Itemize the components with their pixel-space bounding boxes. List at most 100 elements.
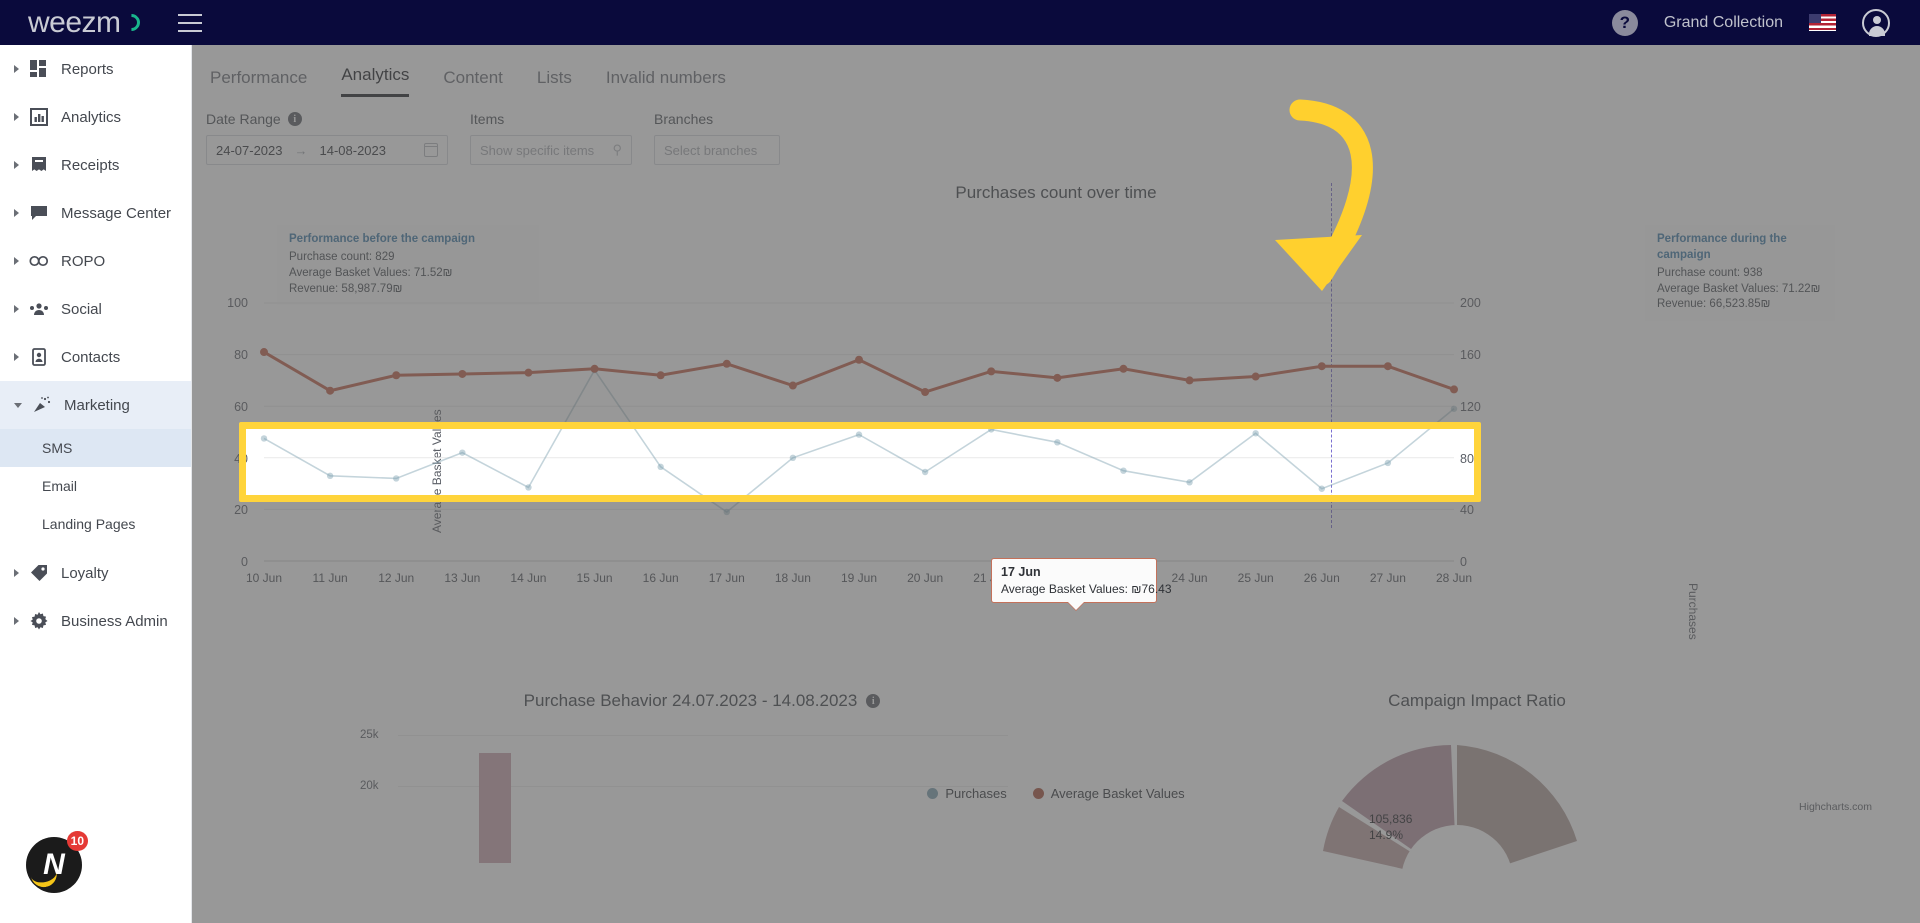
- tab-invalid-numbers[interactable]: Invalid numbers: [606, 68, 726, 97]
- logo-o-icon: [119, 10, 144, 35]
- sidebar-item-business-admin[interactable]: Business Admin: [0, 597, 191, 645]
- sidebar-item-label: Loyalty: [61, 564, 109, 582]
- chevron-right-icon: [14, 65, 19, 73]
- sidebar-item-message-center[interactable]: Message Center: [0, 189, 191, 237]
- account-name[interactable]: Grand Collection: [1664, 14, 1783, 32]
- sidebar-item-landing-pages[interactable]: Landing Pages: [0, 505, 191, 543]
- logo-text: weezm: [28, 5, 121, 39]
- x-tick-label: 20 Jun: [907, 571, 944, 585]
- sidebar-item-label: Analytics: [61, 108, 122, 126]
- branches-filter: Branches Select branches: [654, 111, 780, 165]
- x-tick-label: 27 Jun: [1369, 571, 1406, 585]
- hamburger-icon[interactable]: [177, 13, 202, 32]
- sidebar-item-analytics[interactable]: Analytics: [0, 93, 191, 141]
- sidebar-item-receipts[interactable]: Receipts: [0, 141, 191, 189]
- tab-performance[interactable]: Performance: [210, 68, 307, 97]
- tab-lists[interactable]: Lists: [537, 68, 572, 97]
- campaign-impact-title: Campaign Impact Ratio: [1388, 691, 1566, 710]
- date-range-label-row: Date Range i: [206, 111, 448, 127]
- sidebar-item-label: Reports: [61, 60, 114, 78]
- people-icon: [29, 299, 49, 319]
- x-tick-label: 19 Jun: [840, 571, 878, 585]
- bar-chart-icon: [29, 107, 49, 127]
- user-icon[interactable]: [1862, 8, 1890, 37]
- tab-content[interactable]: Content: [443, 68, 503, 97]
- us-flag-icon[interactable]: [1809, 14, 1836, 31]
- date-range-input[interactable]: 24-07-2023 → 14-08-2023: [206, 135, 448, 165]
- dashboard-icon: [29, 59, 49, 79]
- sidebar-item-label: ROPO: [61, 252, 106, 270]
- sidebar-item-marketing[interactable]: Marketing: [0, 381, 191, 429]
- sidebar-item-ropo[interactable]: ROPO: [0, 237, 191, 285]
- date-range-filter: Date Range i 24-07-2023 → 14-08-2023: [206, 111, 448, 165]
- sidebar-item-sms[interactable]: SMS: [0, 429, 191, 467]
- notification-badge: 10: [66, 831, 88, 851]
- chevron-down-icon: [14, 402, 22, 408]
- x-tick-label: 14 Jun: [510, 571, 547, 585]
- x-tick-label: 15 Jun: [576, 571, 613, 585]
- chevron-right-icon: [14, 353, 19, 361]
- sidebar-item-email[interactable]: Email: [0, 467, 191, 505]
- purchase-behavior-title: Purchase Behavior 24.07.2023 - 14.08.202…: [523, 691, 858, 710]
- x-tick-label: 17 Jun: [708, 571, 745, 585]
- sidebar: Reports Analytics Receipts Message Cente…: [0, 45, 192, 923]
- chart-title: Purchases count over time: [955, 183, 1157, 202]
- infinity-icon: [29, 251, 49, 271]
- brand-badge-icon[interactable]: N 10: [26, 831, 88, 893]
- help-icon[interactable]: ?: [1611, 9, 1638, 36]
- sidebar-item-label: Social: [61, 300, 102, 318]
- tooltip-arrow-icon: [1067, 601, 1085, 611]
- chevron-right-icon: [14, 617, 19, 625]
- branches-label: Branches: [654, 111, 714, 127]
- sidebar-item-social[interactable]: Social: [0, 285, 191, 333]
- app-logo[interactable]: weezm: [28, 5, 144, 40]
- tab-bar: Performance Analytics Content Lists Inva…: [192, 45, 1920, 97]
- info-icon[interactable]: i: [287, 112, 302, 126]
- party-popper-icon: [32, 395, 52, 415]
- bar-column[interactable]: [479, 753, 511, 863]
- calendar-icon[interactable]: [423, 143, 438, 157]
- search-icon[interactable]: ⚲: [612, 142, 622, 158]
- chevron-right-icon: [14, 209, 19, 217]
- chevron-right-icon: [14, 569, 19, 577]
- sidebar-item-label: Receipts: [61, 156, 120, 174]
- tag-icon: [29, 563, 49, 583]
- chat-icon: [29, 203, 49, 223]
- main-content: Performance Analytics Content Lists Inva…: [192, 45, 1920, 923]
- purchases-over-time-chart: Performance before the campaign Purchase…: [192, 183, 1920, 813]
- tab-analytics[interactable]: Analytics: [341, 65, 410, 97]
- chevron-right-icon: [14, 305, 19, 313]
- purchase-behavior-chart: Purchase Behavior 24.07.2023 - 14.08.202…: [322, 691, 1082, 863]
- donut-percent: 14.9%: [1369, 828, 1404, 843]
- sidebar-item-label: Business Admin: [61, 612, 168, 630]
- sidebar-item-label: Message Center: [61, 204, 172, 222]
- donut-chart-svg[interactable]: [1207, 731, 1707, 911]
- bar-y-tick: 25k: [360, 729, 379, 741]
- items-filter: Items Show specific items ⚲: [470, 111, 632, 165]
- receipt-icon: [29, 155, 49, 175]
- purchase-behavior-title-row: Purchase Behavior 24.07.2023 - 14.08.202…: [322, 691, 1082, 711]
- x-tick-label: 12 Jun: [378, 571, 415, 585]
- top-navigation-bar: weezm ? Grand Collection: [0, 0, 1920, 45]
- sidebar-item-label: Contacts: [61, 348, 121, 366]
- chevron-right-icon: [14, 113, 19, 121]
- items-label: Items: [470, 111, 505, 127]
- x-tick-label: 13 Jun: [444, 571, 481, 585]
- info-icon[interactable]: i: [866, 694, 881, 708]
- items-input[interactable]: Show specific items ⚲: [470, 135, 632, 165]
- chart-plot-svg: [260, 302, 1458, 562]
- bar-y-tick: 20k: [360, 780, 379, 792]
- x-tick-label: 10 Jun: [245, 571, 283, 585]
- filter-bar: Date Range i 24-07-2023 → 14-08-2023 Ite…: [192, 97, 1920, 165]
- date-range-start: 24-07-2023: [216, 142, 283, 158]
- branches-input[interactable]: Select branches: [654, 135, 780, 165]
- sidebar-item-contacts[interactable]: Contacts: [0, 333, 191, 381]
- sidebar-subitem-label: SMS: [42, 440, 73, 456]
- date-range-label: Date Range: [206, 111, 281, 127]
- campaign-impact-chart: Campaign Impact Ratio 105,836 14.9%: [1097, 691, 1857, 911]
- app-root: weezm ? Grand Collection Reports Analyti…: [0, 0, 1920, 923]
- sidebar-item-loyalty[interactable]: Loyalty: [0, 549, 191, 597]
- sidebar-item-reports[interactable]: Reports: [0, 45, 191, 93]
- date-range-end: 14-08-2023: [319, 142, 387, 158]
- sidebar-subitem-label: Email: [42, 478, 78, 494]
